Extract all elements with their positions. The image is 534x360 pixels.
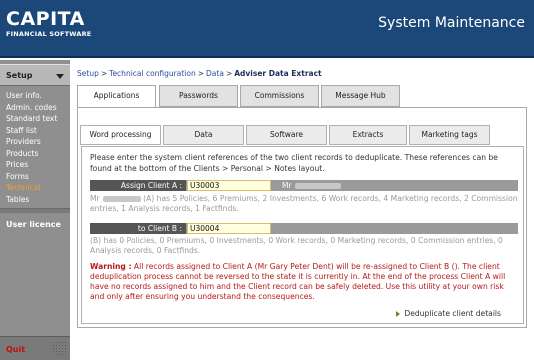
sidebar-section-setup[interactable]: Setup [0,64,70,86]
sidebar-footer: Quit [0,336,70,360]
resize-grip-icon[interactable] [52,341,66,355]
sidebar-item-tables[interactable]: Tables [0,194,70,206]
tab-software[interactable]: Software [246,125,327,145]
warning-message: Warning : All records assigned to Client… [90,262,518,302]
client-b-info: (B) has 0 Policies, 0 Premiums, 0 Invest… [90,236,503,255]
client-a-info-text: (A) has 5 Policies, 6 Premiums, 2 Invest… [90,194,518,213]
deduplicate-client-details-link[interactable]: Deduplicate client details [396,309,501,318]
tab-marketing-tags[interactable]: Marketing tags [409,125,490,145]
breadcrumb-data[interactable]: Data [206,69,224,78]
sidebar-item-technical[interactable]: Technical [0,182,70,194]
client-a-name: Mr [282,180,341,191]
sidebar-item-products[interactable]: Products [0,148,70,160]
quit-button[interactable]: Quit [6,345,25,354]
client-a-input[interactable]: U30003 [187,180,271,191]
client-b-row: to Client B : U30004 [90,223,518,234]
sidebar-item-forms[interactable]: Forms [0,171,70,183]
client-a-info-prefix: Mr [90,194,100,203]
sidebar: Setup User info. Admin. codes Standard t… [0,60,70,360]
client-a-label: Assign Client A : [90,180,186,191]
warning-text: All records assigned to Client A (Mr Gar… [90,262,506,301]
tab-passwords[interactable]: Passwords [159,85,238,107]
breadcrumb-separator: > [225,69,233,78]
main-content: Setup > Technical configuration > Data > Advis… [70,60,534,360]
breadcrumb-separator: > [100,69,108,78]
tab-applications[interactable]: Applications [77,85,156,108]
client-a-row: Assign Client A : U30003 Mr [90,180,518,191]
applications-panel: Word processing Data Software Extracts M… [77,107,527,328]
sidebar-item-user-licence[interactable]: User licence [6,220,61,229]
tab-extracts[interactable]: Extracts [329,125,407,145]
intro-text: Please enter the system client reference… [90,153,498,173]
arrow-right-icon [396,311,401,317]
redacted-name [102,196,141,202]
sidebar-item-user-info[interactable]: User info. [0,90,70,102]
redacted-name [294,183,341,189]
warning-label: Warning : [90,262,132,271]
deduplicate-form: Please enter the system client reference… [81,146,524,324]
breadcrumb-separator: > [197,69,205,78]
client-b-label: to Client B : [90,223,186,234]
tab-message-hub[interactable]: Message Hub [321,85,400,107]
sidebar-item-prices[interactable]: Prices [0,159,70,171]
sidebar-item-providers[interactable]: Providers [0,136,70,148]
tab-data[interactable]: Data [163,125,244,145]
capita-logo: CAPITA FINANCIAL SOFTWARE [6,9,91,38]
client-a-info: Mr (A) has 5 Policies, 6 Premiums, 2 Inv… [90,194,518,214]
tab-commissions[interactable]: Commissions [240,85,319,107]
sidebar-divider [0,208,70,213]
sidebar-item-standard-text[interactable]: Standard text [0,113,70,125]
client-a-name-prefix: Mr [282,181,292,190]
chevron-down-icon [56,74,64,79]
sidebar-item-admin-codes[interactable]: Admin. codes [0,102,70,114]
breadcrumb-setup[interactable]: Setup [77,69,99,78]
breadcrumb: Setup > Technical configuration > Data > Advis… [77,69,322,78]
app-title: System Maintenance [378,15,525,31]
client-b-input[interactable]: U30004 [187,223,271,234]
sidebar-menu: User info. Admin. codes Standard text St… [0,90,70,208]
breadcrumb-technical-configuration[interactable]: Technical configuration [109,69,196,78]
breadcrumb-current: Adviser Data Extract [234,69,322,78]
sidebar-item-staff-list[interactable]: Staff list [0,125,70,137]
deduplicate-link-label: Deduplicate client details [404,309,501,318]
sidebar-section-label: Setup [6,71,33,80]
logo-main-text: CAPITA [6,8,85,30]
app-header: CAPITA FINANCIAL SOFTWARE System Mainten… [0,0,534,58]
logo-sub-text: FINANCIAL SOFTWARE [6,30,92,38]
tab-word-processing[interactable]: Word processing [80,125,161,145]
